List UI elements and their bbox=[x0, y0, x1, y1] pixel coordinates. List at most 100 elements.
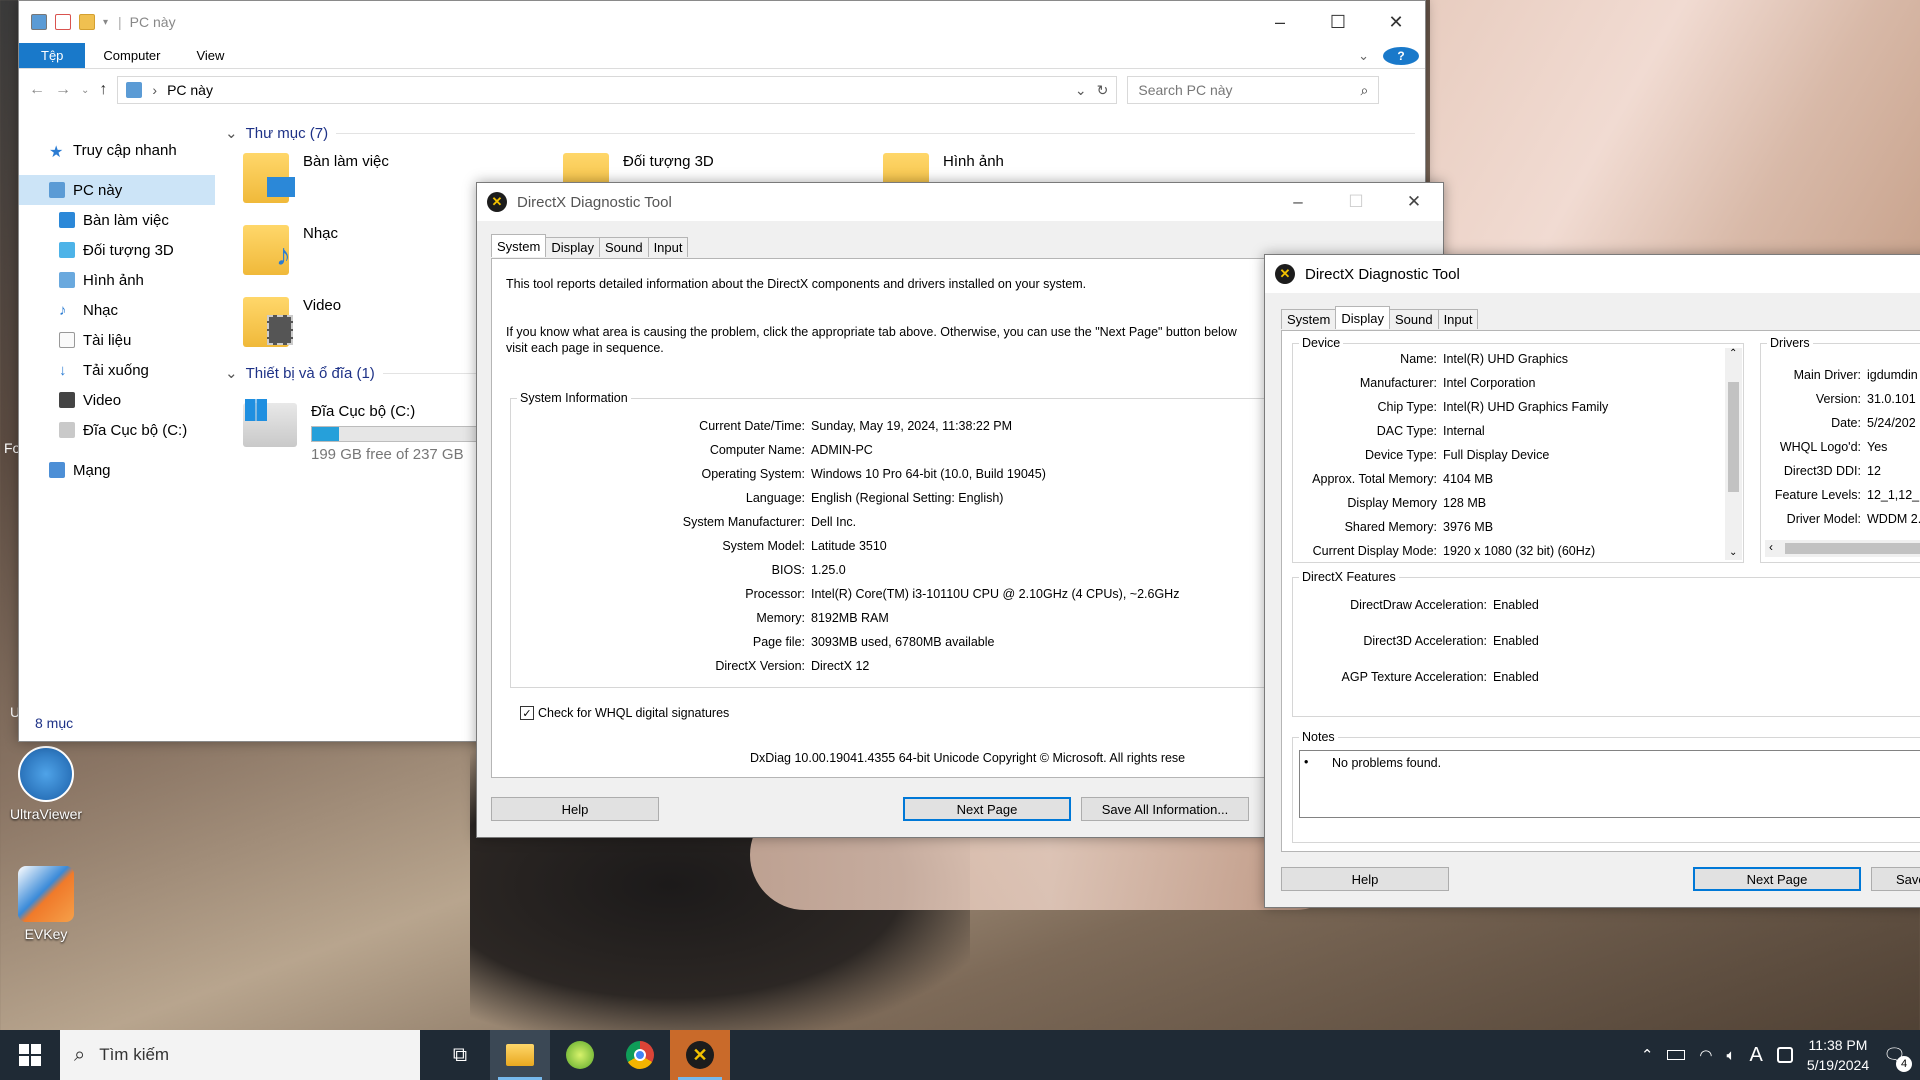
navigation-pane: ★ Truy cập nhanh PC này Bàn làm việc Đối… bbox=[19, 113, 215, 713]
info-row: Feature Levels: 12_1,12_ bbox=[1761, 488, 1919, 502]
info-value: 4104 MB bbox=[1443, 472, 1494, 486]
up-icon[interactable]: ↑ bbox=[99, 81, 107, 99]
whql-checkbox[interactable]: ✓ Check for WHQL digital signatures bbox=[520, 706, 729, 720]
next-page-button[interactable]: Next Page bbox=[903, 797, 1071, 821]
nav-this-pc[interactable]: PC này bbox=[19, 175, 215, 205]
taskbar-dxdiag[interactable]: ✕ bbox=[670, 1030, 730, 1080]
volume-icon[interactable]: 🔈︎ bbox=[1726, 1047, 1735, 1064]
refresh-icon[interactable]: ↻ bbox=[1097, 82, 1109, 99]
info-value: 1920 x 1080 (32 bit) (60Hz) bbox=[1443, 544, 1596, 558]
taskbar-search-box[interactable]: ⌕ Tìm kiếm bbox=[60, 1030, 420, 1080]
save-all-information-button[interactable]: Save All Information... bbox=[1081, 797, 1249, 821]
info-label: Approx. Total Memory: bbox=[1312, 472, 1437, 486]
scroll-down-icon[interactable]: ⌄ bbox=[1729, 547, 1737, 558]
scroll-up-icon[interactable]: ⌃ bbox=[1729, 348, 1737, 359]
ime-indicator[interactable]: A bbox=[1750, 1044, 1763, 1067]
info-row: Page file: 3093MB used, 6780MB available bbox=[511, 635, 995, 649]
drivers-hscrollbar[interactable]: ‹ bbox=[1765, 540, 1920, 557]
info-row: DirectX Version: DirectX 12 bbox=[511, 659, 869, 673]
scrollbar-thumb[interactable] bbox=[1785, 543, 1920, 554]
tab-system[interactable]: System bbox=[491, 234, 547, 257]
taskbar-file-explorer[interactable] bbox=[490, 1030, 550, 1080]
address-bar[interactable]: › PC này ⌄ ↻ bbox=[117, 76, 1118, 104]
tab-computer[interactable]: Computer bbox=[85, 43, 178, 68]
task-view-button[interactable]: ⧉ bbox=[430, 1030, 490, 1080]
nav-documents[interactable]: Tài liệu bbox=[19, 325, 215, 355]
directx-logo-icon: ✕ bbox=[686, 1041, 714, 1069]
desktop-icon-ultraviewer[interactable]: UltraViewer bbox=[0, 746, 92, 822]
info-row: Main Driver: igdumdin bbox=[1761, 368, 1918, 382]
tab-input[interactable]: Input bbox=[1437, 309, 1479, 329]
wifi-icon[interactable]: ◠ bbox=[1699, 1046, 1712, 1064]
nav-music[interactable]: ♪ Nhạc bbox=[19, 295, 215, 325]
minimize-button[interactable]: – bbox=[1269, 183, 1327, 221]
properties-icon[interactable] bbox=[55, 14, 71, 30]
tab-input[interactable]: Input bbox=[647, 237, 689, 257]
intro-text: If you know what area is causing the pro… bbox=[506, 325, 1237, 339]
tab-file[interactable]: Tệp bbox=[19, 43, 86, 68]
device-scrollbar[interactable]: ⌃ ⌄ bbox=[1725, 348, 1742, 560]
battery-icon[interactable] bbox=[1667, 1050, 1686, 1060]
nav-network[interactable]: Mạng bbox=[19, 455, 215, 485]
help-button[interactable]: Help bbox=[491, 797, 659, 821]
nav-quick-access[interactable]: ★ Truy cập nhanh bbox=[19, 135, 215, 165]
info-value: 12_1,12_ bbox=[1867, 488, 1920, 502]
evkey-tray-icon[interactable] bbox=[1776, 1047, 1793, 1063]
star-icon: ★ bbox=[49, 144, 64, 161]
address-dropdown-icon[interactable]: ⌄ bbox=[1075, 82, 1087, 99]
info-label: Display Memory bbox=[1347, 496, 1437, 510]
nav-videos[interactable]: Video bbox=[19, 385, 215, 415]
scroll-left-icon[interactable]: ‹ bbox=[1769, 540, 1773, 554]
next-page-button[interactable]: Next Page bbox=[1693, 867, 1861, 891]
start-button[interactable] bbox=[0, 1030, 60, 1080]
close-button[interactable]: ✕ bbox=[1367, 1, 1425, 43]
info-label: AGP Texture Acceleration: bbox=[1341, 670, 1487, 684]
clock-date: 5/19/2024 bbox=[1806, 1057, 1870, 1073]
clock[interactable]: 11:38 PM 5/19/2024 bbox=[1807, 1035, 1869, 1075]
info-row: Name: Intel(R) UHD Graphics bbox=[1293, 352, 1568, 366]
taskbar-chrome[interactable] bbox=[610, 1030, 670, 1080]
save-all-information-button[interactable]: Save bbox=[1871, 867, 1920, 891]
nav-desktop[interactable]: Bàn làm việc bbox=[19, 205, 215, 235]
forward-icon[interactable]: → bbox=[55, 81, 71, 99]
tab-display[interactable]: Display bbox=[545, 237, 600, 257]
scrollbar-thumb[interactable] bbox=[1728, 382, 1739, 492]
drive-icon bbox=[59, 422, 75, 438]
info-label: Operating System: bbox=[701, 467, 805, 481]
taskbar-search-placeholder: Tìm kiếm bbox=[99, 1045, 170, 1064]
notification-center-icon[interactable]: 🗨︎ 4 bbox=[1883, 1045, 1912, 1072]
info-value: 8192MB RAM bbox=[811, 611, 889, 625]
new-folder-icon[interactable] bbox=[79, 14, 95, 30]
info-value: Full Display Device bbox=[1443, 448, 1550, 462]
chrome-icon bbox=[626, 1041, 654, 1069]
customize-toolbar-icon[interactable]: ▾ bbox=[103, 17, 108, 28]
maximize-button[interactable]: ☐ bbox=[1309, 1, 1367, 43]
taskbar-app-green[interactable] bbox=[550, 1030, 610, 1080]
tab-system[interactable]: System bbox=[1281, 309, 1337, 329]
group-header-folders[interactable]: ⌄ Thư mục (7) bbox=[225, 121, 1415, 145]
info-row: Manufacturer: Intel Corporation bbox=[1293, 376, 1536, 390]
help-icon[interactable]: ? bbox=[1377, 43, 1425, 68]
recent-icon[interactable]: ⌄ bbox=[81, 85, 89, 96]
tab-display[interactable]: Display bbox=[1335, 306, 1390, 329]
show-hidden-icons-icon[interactable]: ⌃ bbox=[1641, 1046, 1654, 1064]
back-icon[interactable]: ← bbox=[29, 81, 45, 99]
tab-sound[interactable]: Sound bbox=[598, 237, 649, 257]
nav-pictures[interactable]: Hình ảnh bbox=[19, 265, 215, 295]
nav-downloads[interactable]: ↓ Tải xuống bbox=[19, 355, 215, 385]
info-label: Page file: bbox=[752, 635, 805, 649]
tab-view[interactable]: View bbox=[178, 43, 242, 68]
close-button[interactable]: ✕ bbox=[1385, 183, 1443, 221]
info-row: Operating System: Windows 10 Pro 64-bit (… bbox=[511, 467, 1045, 481]
minimize-button[interactable]: – bbox=[1251, 1, 1309, 43]
nav-local-disk[interactable]: Đĩa Cục bộ (C:) bbox=[19, 415, 215, 445]
help-button[interactable]: Help bbox=[1281, 867, 1449, 891]
nav-3d-objects[interactable]: Đối tượng 3D bbox=[19, 235, 215, 265]
desktop-icon-evkey[interactable]: EVKey bbox=[0, 866, 92, 942]
drive-usage-fill bbox=[312, 427, 339, 441]
maximize-button[interactable]: ☐ bbox=[1327, 183, 1385, 221]
tab-sound[interactable]: Sound bbox=[1388, 309, 1439, 329]
group-title: DirectX Features bbox=[1299, 570, 1399, 584]
search-input[interactable]: Search PC này ⌕ bbox=[1127, 76, 1380, 104]
expand-ribbon-icon[interactable]: ⌄ bbox=[1350, 43, 1377, 68]
